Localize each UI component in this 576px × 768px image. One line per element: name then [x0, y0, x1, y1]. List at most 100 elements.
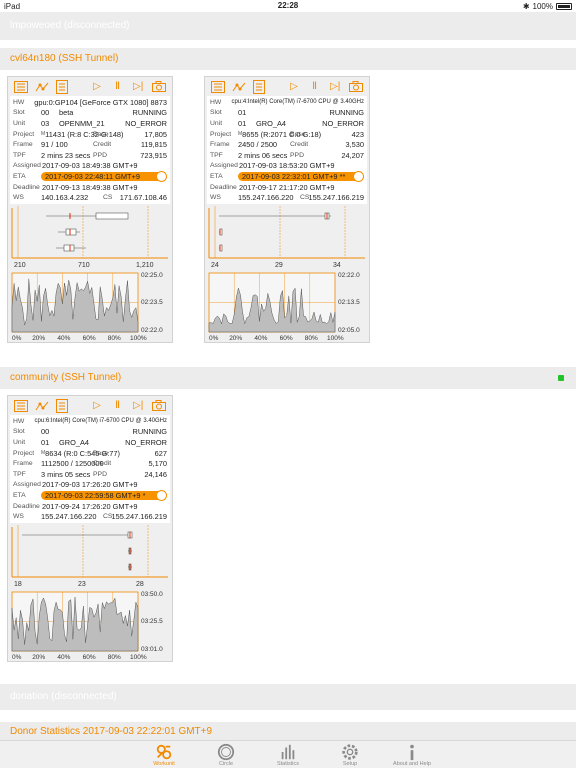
y-tick-label: 03:50.0 — [141, 591, 163, 598]
frame-time-history-chart: 02:25.0 02:23.5 02:22.0 0% 20% 40% 60% 80% 100% — [8, 270, 172, 342]
play-icon[interactable]: ▷ — [87, 79, 108, 95]
details-icon[interactable] — [52, 398, 73, 414]
finish-icon[interactable]: ▷| — [325, 79, 346, 95]
credit-value: 119,815 — [140, 140, 167, 150]
assigned-label: Assigned — [13, 162, 41, 170]
project-label: Project — [13, 130, 35, 138]
host-name: donation (disconnected) — [10, 691, 117, 702]
deadline-value: 2017-09-24 17:26:20 GMT+9 — [42, 501, 138, 511]
finish-icon[interactable]: ▷| — [128, 79, 149, 95]
unit-value: 03 — [41, 118, 50, 128]
pause-icon[interactable]: Ⅱ — [304, 79, 325, 95]
box — [95, 212, 129, 220]
tab-workunit[interactable]: Workunit — [134, 741, 194, 768]
log-icon[interactable] — [11, 79, 32, 95]
donor-statistics-header[interactable]: Donor Statistics 2017-09-03 22:22:01 GMT… — [0, 722, 576, 740]
tab-about-help[interactable]: About and Help — [382, 741, 442, 768]
x-tick-label: 60% — [83, 654, 96, 661]
frame-time-distribution-chart: 18 23 28 — [8, 523, 172, 589]
eta-label: ETA — [13, 172, 26, 180]
slot-row: Slot 01 RUNNING — [210, 108, 364, 119]
tab-circle[interactable]: Circle — [196, 741, 256, 768]
battery-percent: 100% — [532, 2, 553, 11]
details-icon[interactable] — [52, 79, 73, 95]
screenshot-camera-icon[interactable] — [148, 79, 169, 95]
cs-label: CS — [103, 194, 113, 202]
frame-label: Frame — [13, 460, 33, 468]
tab-label: Circle — [218, 761, 234, 767]
screenshot-camera-icon[interactable] — [148, 398, 169, 414]
hw-label: HW — [210, 98, 222, 106]
ppd-value: 723,915 — [140, 150, 167, 160]
setup-gear-icon — [342, 744, 358, 760]
log-icon[interactable] — [11, 398, 32, 414]
deadline-row: Deadline 2017-09-17 21:17:20 GMT+9 — [210, 182, 364, 193]
unit-value: 01 — [238, 118, 247, 128]
hw-row: HW cpu:4:Intel(R) Core(TM) i7-6700 CPU @ … — [210, 97, 364, 108]
y-tick-label: 02:13.5 — [338, 299, 360, 306]
unit-row: Unit 01 GRO_A4 NO_ERROR — [13, 437, 167, 448]
project-label: Project — [210, 130, 232, 138]
unit-value: 01 — [41, 437, 50, 447]
battery-icon — [556, 3, 572, 10]
status-bar: iPad 22:28 ✱ 100% — [0, 0, 576, 12]
y-tick-label: 02:25.0 — [141, 272, 163, 279]
box — [65, 228, 77, 236]
assigned-value: 2017-09-03 18:53:20 GMT+9 — [239, 161, 335, 171]
details-icon[interactable] — [249, 79, 270, 95]
assigned-row: Assigned 2017-09-03 18:49:38 GMT+9 — [13, 161, 167, 172]
frame-row: Frame 91 / 100 Credit 119,815 — [13, 139, 167, 150]
result-value: NO_ERROR — [125, 437, 167, 447]
protein-viewer-icon[interactable] — [229, 79, 250, 95]
finish-icon[interactable]: ▷| — [128, 398, 149, 414]
play-icon[interactable]: ▷ — [87, 398, 108, 414]
x-tick-label: 80% — [108, 654, 121, 661]
screenshot-camera-icon[interactable] — [345, 79, 366, 95]
hw-label: HW — [13, 98, 25, 106]
online-status-indicator — [558, 375, 564, 381]
assigned-row: Assigned 2017-09-03 17:26:20 GMT+9 — [13, 480, 167, 491]
deadline-row: Deadline 2017-09-13 18:49:38 GMT+9 — [13, 182, 167, 193]
x-tick-label: 80% — [305, 335, 318, 342]
project-row: Project M 8655 (R:2071 C:0 G:18) Base 423 — [210, 129, 364, 140]
tab-label: About and Help — [393, 761, 431, 767]
host-header-community[interactable]: community (SSH Tunnel) — [0, 367, 576, 389]
x-tick-label: 24 — [211, 262, 219, 269]
eta-row: ETA 2017-09-03 22:48:11 GMT+9 — [13, 170, 167, 182]
state-value: RUNNING — [329, 108, 365, 118]
pause-icon[interactable]: Ⅱ — [107, 79, 128, 95]
tab-statistics[interactable]: Statistics — [258, 741, 318, 768]
play-icon[interactable]: ▷ — [284, 79, 305, 95]
eta-row: ETA 2017-09-03 22:32:01 GMT+9 ** — [210, 170, 364, 182]
y-tick-label: 02:05.0 — [338, 327, 360, 334]
slot-row: Slot 00 beta RUNNING — [13, 108, 167, 119]
host-header-cvl64n180[interactable]: cvl64n180 (SSH Tunnel) — [0, 48, 576, 70]
hw-value: cpu:4:Intel(R) Core(TM) i7-6700 CPU @ 3.… — [231, 99, 364, 106]
protein-viewer-icon[interactable] — [32, 398, 53, 414]
protein-viewer-icon[interactable] — [32, 79, 53, 95]
x-tick-label: 100% — [130, 335, 147, 342]
x-tick-label: 60% — [280, 335, 293, 342]
ppd-label: PPD — [290, 151, 304, 159]
result-value: NO_ERROR — [322, 118, 364, 128]
card-toolbar: ▷ Ⅱ ▷| — [8, 77, 172, 96]
x-tick-label: 29 — [275, 262, 283, 269]
workunit-info: HW gpu:0:GP104 [GeForce GTX 1080] 8873 Slo… — [10, 96, 170, 204]
pause-icon[interactable]: Ⅱ — [107, 398, 128, 414]
host-header-donation[interactable]: donation (disconnected) — [0, 684, 576, 710]
host-name: cvl64n180 (SSH Tunnel) — [10, 53, 119, 64]
state-value: RUNNING — [132, 108, 168, 118]
assigned-row: Assigned 2017-09-03 18:53:20 GMT+9 — [210, 161, 364, 172]
history-svg: 02:25.0 02:23.5 02:22.0 0% 20% 40% 60% 80% 100% — [11, 272, 163, 342]
tpf-label: TPF — [13, 470, 26, 478]
hw-value: cpu:6:Intel(R) Core(TM) i7-6700 CPU @ 3.… — [34, 418, 167, 425]
tpf-row: TPF 3 mins 05 secs PPD 24,146 — [13, 469, 167, 480]
assigned-value: 2017-09-03 17:26:20 GMT+9 — [42, 480, 138, 490]
tab-setup[interactable]: Setup — [320, 741, 380, 768]
log-icon[interactable] — [208, 79, 229, 95]
y-tick-label: 03:01.0 — [141, 646, 163, 653]
project-row: Project M 8634 (R:0 C:545 G:77) Base 627 — [13, 448, 167, 459]
tab-bar: Workunit Circle Statistics Setup About a… — [0, 740, 576, 768]
base-value: 423 — [351, 129, 364, 139]
host-header-disconnected[interactable]: lmpoweoed (disconnected) — [0, 12, 576, 40]
